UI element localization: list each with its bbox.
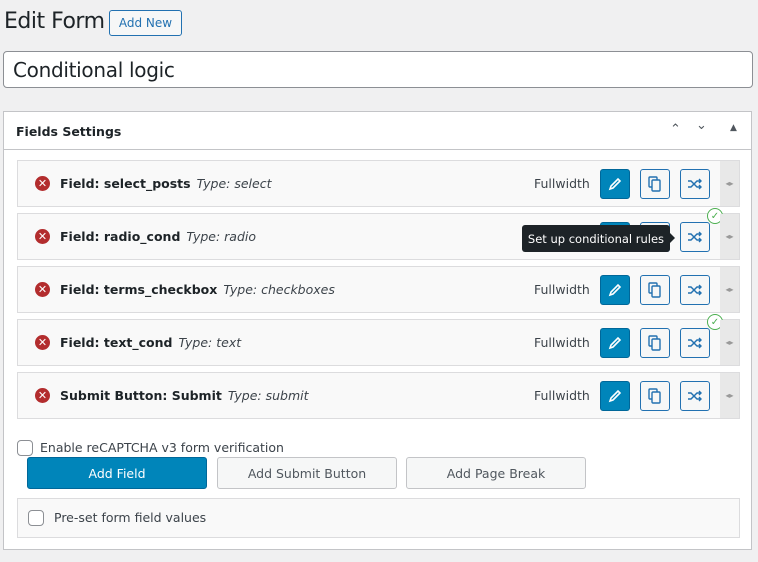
field-row[interactable]: ✕ Submit Button: Submit Type: submit Full… (17, 372, 740, 419)
resize-handle-icon[interactable]: ◂▸ (720, 214, 739, 259)
field-name: Field: select_posts (60, 176, 191, 191)
field-type: Type: checkboxes (223, 282, 335, 297)
panel-title: Fields Settings (16, 124, 122, 139)
tooltip: Set up conditional rules (522, 225, 675, 252)
duplicate-icon[interactable] (640, 275, 670, 305)
form-name-input[interactable]: Conditional logic (3, 51, 753, 88)
field-row[interactable]: ✕ Field: terms_checkbox Type: checkboxes … (17, 266, 740, 313)
panel-header: Fields Settings ⌃ ⌄ ▲ (4, 112, 751, 150)
duplicate-icon[interactable] (640, 169, 670, 199)
delete-field-icon[interactable]: ✕ (35, 335, 50, 350)
delete-field-icon[interactable]: ✕ (35, 282, 50, 297)
conditional-shuffle-icon[interactable] (680, 381, 710, 411)
field-name: Field: terms_checkbox (60, 282, 218, 297)
edit-pencil-icon[interactable] (600, 275, 630, 305)
field-label: Field: radio_cond Type: radio (60, 229, 256, 244)
field-label: Field: text_cond Type: text (60, 335, 241, 350)
delete-field-icon[interactable]: ✕ (35, 388, 50, 403)
preset-checkbox[interactable] (28, 510, 44, 526)
conditional-shuffle-icon[interactable] (680, 169, 710, 199)
recaptcha-checkbox[interactable] (17, 440, 33, 456)
recaptcha-label: Enable reCAPTCHA v3 form verification (40, 440, 284, 455)
field-label: Field: terms_checkbox Type: checkboxes (60, 282, 335, 297)
field-type: Type: select (196, 176, 272, 191)
add-page-break-button[interactable]: Add Page Break (406, 457, 586, 489)
resize-handle-icon[interactable]: ◂▸ (720, 161, 739, 206)
fields-settings-panel: Fields Settings ⌃ ⌄ ▲ ✕ Field: select_po… (3, 111, 752, 550)
field-type: Type: radio (186, 229, 257, 244)
field-row[interactable]: ✕ Field: select_posts Type: select Fullwi… (17, 160, 740, 207)
chevron-down-icon[interactable]: ⌄ (696, 118, 707, 133)
field-width: Fullwidth (534, 282, 590, 297)
field-name: Field: radio_cond (60, 229, 181, 244)
field-width: Fullwidth (534, 388, 590, 403)
edit-pencil-icon[interactable] (600, 328, 630, 358)
field-type: Type: text (178, 335, 242, 350)
conditional-shuffle-icon[interactable] (680, 328, 710, 358)
resize-handle-icon[interactable]: ◂▸ (720, 320, 739, 365)
add-submit-button[interactable]: Add Submit Button (217, 457, 397, 489)
conditional-shuffle-icon[interactable] (680, 275, 710, 305)
resize-handle-icon[interactable]: ◂▸ (720, 267, 739, 312)
duplicate-icon[interactable] (640, 328, 670, 358)
field-name: Submit Button: Submit (60, 388, 222, 403)
delete-field-icon[interactable]: ✕ (35, 176, 50, 191)
add-field-button[interactable]: Add Field (27, 457, 207, 489)
edit-pencil-icon[interactable] (600, 169, 630, 199)
field-row[interactable]: ✕ Field: text_cond Type: text Fullwidth ✓… (17, 314, 740, 366)
delete-field-icon[interactable]: ✕ (35, 229, 50, 244)
resize-handle-icon[interactable]: ◂▸ (720, 373, 739, 418)
page-title: Edit Form (4, 9, 105, 34)
preset-section: Pre-set form field values (17, 498, 740, 538)
field-label: Submit Button: Submit Type: submit (60, 388, 309, 403)
preset-label: Pre-set form field values (54, 510, 207, 525)
toggle-panel-icon[interactable]: ▲ (730, 123, 737, 133)
conditional-shuffle-icon[interactable] (680, 222, 710, 252)
add-new-button[interactable]: Add New (109, 10, 182, 36)
field-name: Field: text_cond (60, 335, 173, 350)
field-width: Fullwidth (534, 335, 590, 350)
field-type: Type: submit (227, 388, 309, 403)
chevron-up-icon[interactable]: ⌃ (670, 122, 681, 137)
field-width: Fullwidth (534, 176, 590, 191)
field-label: Field: select_posts Type: select (60, 176, 272, 191)
edit-pencil-icon[interactable] (600, 381, 630, 411)
duplicate-icon[interactable] (640, 381, 670, 411)
